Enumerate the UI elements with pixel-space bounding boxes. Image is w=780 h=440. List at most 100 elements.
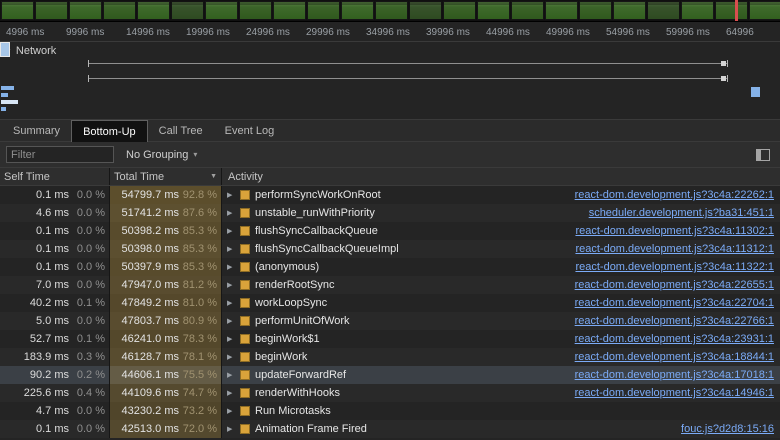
table-row[interactable]: 7.0 ms 0.0 % 47947.0 ms 81.2 % ▶ renderR…: [0, 276, 780, 294]
sidebar-toggle-icon[interactable]: [756, 149, 770, 161]
total-time-cell: 47947.0 ms 81.2 %: [110, 276, 222, 294]
network-request-selected[interactable]: [0, 42, 10, 57]
self-time-percent: 0.1 %: [69, 297, 105, 309]
tab-event-log[interactable]: Event Log: [214, 120, 286, 141]
scripting-icon: [240, 424, 250, 434]
screenshot-frame[interactable]: [511, 1, 544, 20]
timeline-ruler[interactable]: 4996 ms9996 ms14996 ms19996 ms24996 ms29…: [0, 22, 780, 42]
table-row[interactable]: 0.1 ms 0.0 % 42513.0 ms 72.0 % ▶ Animati…: [0, 420, 780, 438]
screenshot-frame[interactable]: [205, 1, 238, 20]
source-link[interactable]: react-dom.development.js?3c4a:14946:1: [575, 387, 774, 399]
expand-triangle-icon[interactable]: ▶: [227, 389, 235, 397]
screenshot-frame[interactable]: [749, 1, 780, 20]
network-section-toggle[interactable]: ▼ Network: [4, 45, 56, 57]
expand-triangle-icon[interactable]: ▶: [227, 245, 235, 253]
screenshot-frame[interactable]: [647, 1, 680, 20]
screenshot-frame[interactable]: [341, 1, 374, 20]
source-link[interactable]: react-dom.development.js?3c4a:22655:1: [575, 279, 774, 291]
network-request-bar[interactable]: [1, 100, 18, 104]
network-overview[interactable]: ▼ Network: [0, 42, 780, 120]
table-row[interactable]: 4.6 ms 0.0 % 51741.2 ms 87.6 % ▶ unstabl…: [0, 204, 780, 222]
self-time-cell: 7.0 ms 0.0 %: [0, 276, 110, 294]
table-row[interactable]: 40.2 ms 0.1 % 47849.2 ms 81.0 % ▶ workLo…: [0, 294, 780, 312]
self-time-value: 0.1 ms: [4, 243, 69, 255]
source-link[interactable]: react-dom.development.js?3c4a:11302:1: [575, 225, 774, 237]
screenshot-frame[interactable]: [681, 1, 714, 20]
scripting-icon: [240, 226, 250, 236]
screenshot-frame[interactable]: [69, 1, 102, 20]
screenshot-frame[interactable]: [171, 1, 204, 20]
network-request-bar[interactable]: [1, 107, 6, 111]
screenshot-frame[interactable]: [1, 1, 34, 20]
filter-input[interactable]: [6, 146, 114, 163]
table-row[interactable]: 52.7 ms 0.1 % 46241.0 ms 78.3 % ▶ beginW…: [0, 330, 780, 348]
table-row[interactable]: 183.9 ms 0.3 % 46128.7 ms 78.1 % ▶ begin…: [0, 348, 780, 366]
expand-triangle-icon[interactable]: ▶: [227, 317, 235, 325]
expand-triangle-icon[interactable]: ▶: [227, 371, 235, 379]
table-row[interactable]: 4.7 ms 0.0 % 43230.2 ms 73.2 % ▶ Run Mic…: [0, 402, 780, 420]
activity-cell: ▶ beginWork react-dom.development.js?3c4…: [222, 348, 780, 366]
scripting-icon: [240, 388, 250, 398]
expand-triangle-icon[interactable]: ▶: [227, 281, 235, 289]
source-link[interactable]: react-dom.development.js?3c4a:22704:1: [575, 297, 774, 309]
screenshot-frame[interactable]: [273, 1, 306, 20]
screenshot-frame[interactable]: [545, 1, 578, 20]
expand-triangle-icon[interactable]: ▶: [227, 335, 235, 343]
column-header-total-time[interactable]: Total Time ▼: [110, 168, 222, 185]
screenshot-frame[interactable]: [375, 1, 408, 20]
table-row[interactable]: 225.6 ms 0.4 % 44109.6 ms 74.7 % ▶ rende…: [0, 384, 780, 402]
source-link[interactable]: react-dom.development.js?3c4a:22262:1: [575, 189, 774, 201]
expand-triangle-icon[interactable]: ▶: [227, 407, 235, 415]
total-time-value: 44606.1 ms: [114, 369, 179, 381]
network-request-bar[interactable]: [89, 78, 727, 79]
screenshot-frame[interactable]: [103, 1, 136, 20]
tab-call-tree[interactable]: Call Tree: [148, 120, 214, 141]
grouping-select[interactable]: No Grouping ▾: [126, 149, 197, 161]
source-link[interactable]: react-dom.development.js?3c4a:22766:1: [575, 315, 774, 327]
activity-cell: ▶ Run Microtasks: [222, 402, 780, 420]
screenshot-frame[interactable]: [137, 1, 170, 20]
expand-triangle-icon[interactable]: ▶: [227, 425, 235, 433]
tab-summary[interactable]: Summary: [2, 120, 71, 141]
source-link[interactable]: react-dom.development.js?3c4a:18844:1: [575, 351, 774, 363]
screenshot-frame[interactable]: [477, 1, 510, 20]
screenshot-frame[interactable]: [409, 1, 442, 20]
table-row[interactable]: 0.1 ms 0.0 % 50397.9 ms 85.3 % ▶ (anonym…: [0, 258, 780, 276]
tab-bottom-up[interactable]: Bottom-Up: [71, 120, 148, 142]
network-request-bar[interactable]: [89, 63, 727, 64]
table-row[interactable]: 5.0 ms 0.0 % 47803.7 ms 80.9 % ▶ perform…: [0, 312, 780, 330]
screenshot-frame[interactable]: [239, 1, 272, 20]
activity-cell: ▶ workLoopSync react-dom.development.js?…: [222, 294, 780, 312]
screenshot-frame[interactable]: [35, 1, 68, 20]
expand-triangle-icon[interactable]: ▶: [227, 263, 235, 271]
network-request-bar[interactable]: [1, 86, 14, 90]
source-link[interactable]: react-dom.development.js?3c4a:23931:1: [575, 333, 774, 345]
screenshot-frame[interactable]: [613, 1, 646, 20]
expand-triangle-icon[interactable]: ▶: [227, 299, 235, 307]
screenshot-frame[interactable]: [307, 1, 340, 20]
expand-triangle-icon[interactable]: ▶: [227, 209, 235, 217]
source-link[interactable]: react-dom.development.js?3c4a:11312:1: [575, 243, 774, 255]
activity-cell: ▶ Animation Frame Fired fouc.js?d2d8:15:…: [222, 420, 780, 438]
expand-triangle-icon[interactable]: ▶: [227, 353, 235, 361]
source-link[interactable]: react-dom.development.js?3c4a:17018:1: [575, 369, 774, 381]
network-label: Network: [16, 45, 56, 57]
source-link[interactable]: react-dom.development.js?3c4a:11322:1: [575, 261, 774, 273]
table-row[interactable]: 0.1 ms 0.0 % 54799.7 ms 92.8 % ▶ perform…: [0, 186, 780, 204]
column-header-activity[interactable]: Activity: [222, 168, 780, 185]
table-row[interactable]: 90.2 ms 0.2 % 44606.1 ms 75.5 % ▶ update…: [0, 366, 780, 384]
screenshot-frame[interactable]: [715, 1, 748, 20]
expand-triangle-icon[interactable]: ▶: [227, 191, 235, 199]
table-row[interactable]: 0.1 ms 0.0 % 50398.0 ms 85.3 % ▶ flushSy…: [0, 240, 780, 258]
expand-triangle-icon[interactable]: ▶: [227, 227, 235, 235]
network-request-bar[interactable]: [1, 93, 8, 97]
source-link[interactable]: scheduler.development.js?ba31:451:1: [589, 207, 774, 219]
network-request-bar[interactable]: [751, 87, 760, 97]
screenshot-frame[interactable]: [443, 1, 476, 20]
self-time-value: 0.1 ms: [4, 225, 69, 237]
column-header-self-time[interactable]: Self Time: [0, 168, 110, 185]
table-row[interactable]: 0.1 ms 0.0 % 50398.2 ms 85.3 % ▶ flushSy…: [0, 222, 780, 240]
source-link[interactable]: fouc.js?d2d8:15:16: [681, 423, 774, 435]
grid-toolbar: No Grouping ▾: [0, 142, 780, 168]
screenshot-frame[interactable]: [579, 1, 612, 20]
